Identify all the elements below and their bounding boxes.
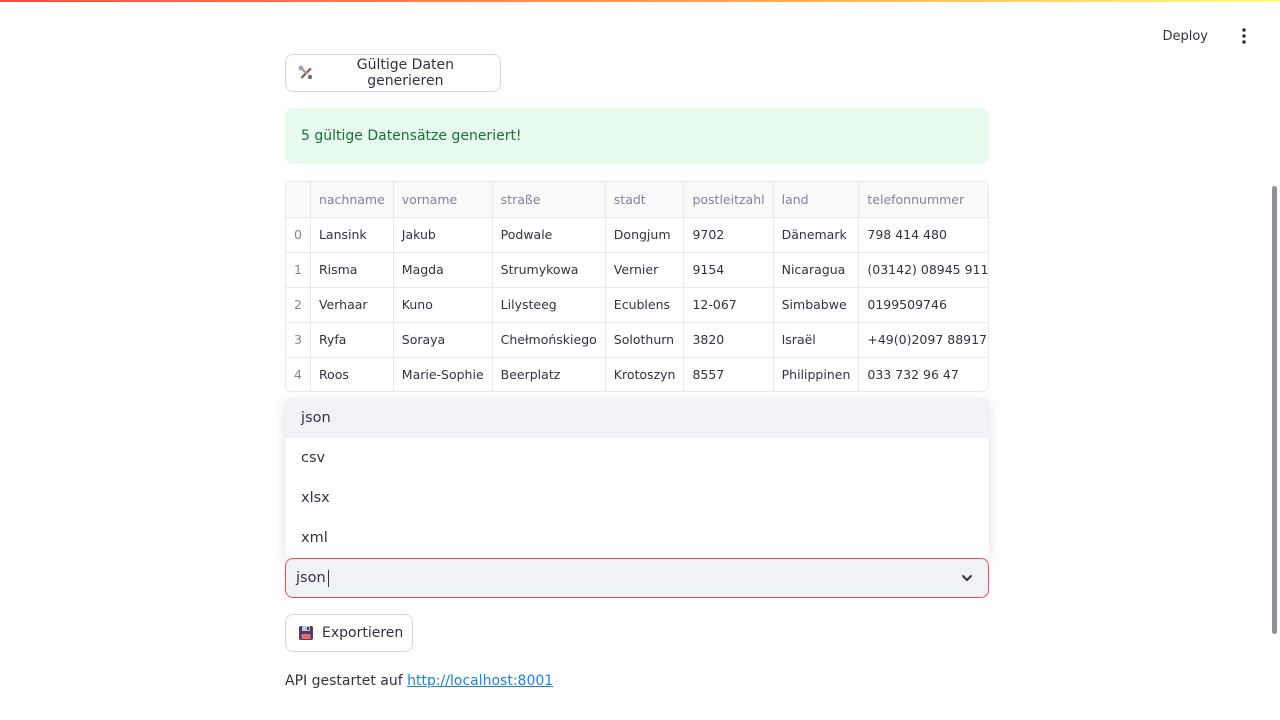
row-index: 2 [286,287,311,323]
table-cell[interactable]: 12-067 [683,287,774,323]
page-scrollbar[interactable] [1268,0,1280,720]
format-select-value: json [296,570,326,586]
generate-button-label: Gültige Daten generieren [356,57,454,89]
table-cell[interactable]: Beerplatz [492,357,606,391]
table-header-row: nachname vorname straße stadt postleitza… [286,182,988,218]
table-cell[interactable]: +49(0)2097 889179 [858,322,988,358]
data-table[interactable]: nachname vorname straße stadt postleitza… [285,181,989,392]
column-header-index[interactable] [286,182,311,218]
column-header-land[interactable]: land [773,182,860,218]
more-vertical-icon[interactable] [1234,24,1254,48]
api-status-prefix: API gestartet auf [285,673,403,689]
row-index: 4 [286,357,311,391]
export-button[interactable]: Exportieren [285,614,413,652]
deploy-button[interactable]: Deploy [1158,27,1212,46]
table-cell[interactable]: Ryfa [310,322,394,358]
table-cell[interactable]: Soraya [393,322,493,358]
table-cell[interactable]: Vernier [605,252,685,288]
api-status: API gestartet auf http://localhost:8001 [285,673,553,689]
format-option-csv[interactable]: csv [285,438,989,478]
table-cell[interactable]: Kuno [393,287,493,323]
table-cell[interactable]: Jakub [393,217,493,253]
row-index: 0 [286,217,311,253]
table-cell[interactable]: 8557 [683,357,774,391]
format-select[interactable]: json [285,558,989,598]
column-header-nachname[interactable]: nachname [310,182,394,218]
scrollbar-thumb[interactable] [1272,186,1277,634]
table-row[interactable]: 4 Roos Marie-Sophie Beerplatz Krotoszyn … [286,357,988,391]
table-cell[interactable]: Chełmońskiego [492,322,606,358]
row-index: 3 [286,322,311,358]
table-cell[interactable]: Strumykowa [492,252,606,288]
generate-valid-data-button[interactable]: Gültige Daten generieren [285,54,501,92]
success-message: 5 gültige Datensätze generiert! [301,128,522,144]
column-header-telefonnummer[interactable]: telefonnummer [858,182,988,218]
table-cell[interactable]: Lansink [310,217,394,253]
table-cell[interactable]: (03142) 08945 911 [858,252,988,288]
table-cell[interactable]: Krotoszyn [605,357,685,391]
table-cell[interactable]: Magda [393,252,493,288]
table-row[interactable]: 0 Lansink Jakub Podwale Dongjum 9702 Dän… [286,217,988,253]
table-row[interactable]: 3 Ryfa Soraya Chełmońskiego Solothurn 38… [286,322,988,358]
floppy-disk-icon [298,624,314,642]
table-cell[interactable]: Dongjum [605,217,685,253]
format-dropdown-list: json csv xlsx xml [285,398,989,558]
table-cell[interactable]: Marie-Sophie [393,357,493,391]
table-cell[interactable]: Simbabwe [773,287,860,323]
column-header-postleitzahl[interactable]: postleitzahl [683,182,774,218]
table-cell[interactable]: 798 414 480 [858,217,988,253]
format-option-xlsx[interactable]: xlsx [285,478,989,518]
format-option-json[interactable]: json [285,398,989,438]
column-header-stadt[interactable]: stadt [605,182,685,218]
table-cell[interactable]: 033 732 96 47 [858,357,988,391]
api-link[interactable]: http://localhost:8001 [407,673,553,689]
table-cell[interactable]: Risma [310,252,394,288]
top-decoration-bar [0,0,1280,2]
table-cell[interactable]: Israël [773,322,860,358]
table-cell[interactable]: Ecublens [605,287,685,323]
tools-icon [298,64,315,82]
text-caret [327,569,329,587]
table-cell[interactable]: Roos [310,357,394,391]
column-header-vorname[interactable]: vorname [393,182,493,218]
table-cell[interactable]: 9702 [683,217,774,253]
table-cell[interactable]: Dänemark [773,217,860,253]
table-cell[interactable]: Philippinen [773,357,860,391]
chevron-down-icon[interactable] [960,571,974,585]
column-header-strasse[interactable]: straße [492,182,606,218]
table-row[interactable]: 2 Verhaar Kuno Lilysteeg Ecublens 12-067… [286,287,988,323]
header-toolbar: Deploy [1158,24,1254,48]
row-index: 1 [286,252,311,288]
format-option-xml[interactable]: xml [285,518,989,558]
table-row[interactable]: 1 Risma Magda Strumykowa Vernier 9154 Ni… [286,252,988,288]
export-button-label: Exportieren [322,625,404,641]
table-cell[interactable]: 0199509746 [858,287,988,323]
table-cell[interactable]: 3820 [683,322,774,358]
success-alert: 5 gültige Datensätze generiert! [285,108,989,164]
table-cell[interactable]: Nicaragua [773,252,860,288]
table-cell[interactable]: Podwale [492,217,606,253]
table-cell[interactable]: Verhaar [310,287,394,323]
table-cell[interactable]: Lilysteeg [492,287,606,323]
table-cell[interactable]: 9154 [683,252,774,288]
table-cell[interactable]: Solothurn [605,322,685,358]
